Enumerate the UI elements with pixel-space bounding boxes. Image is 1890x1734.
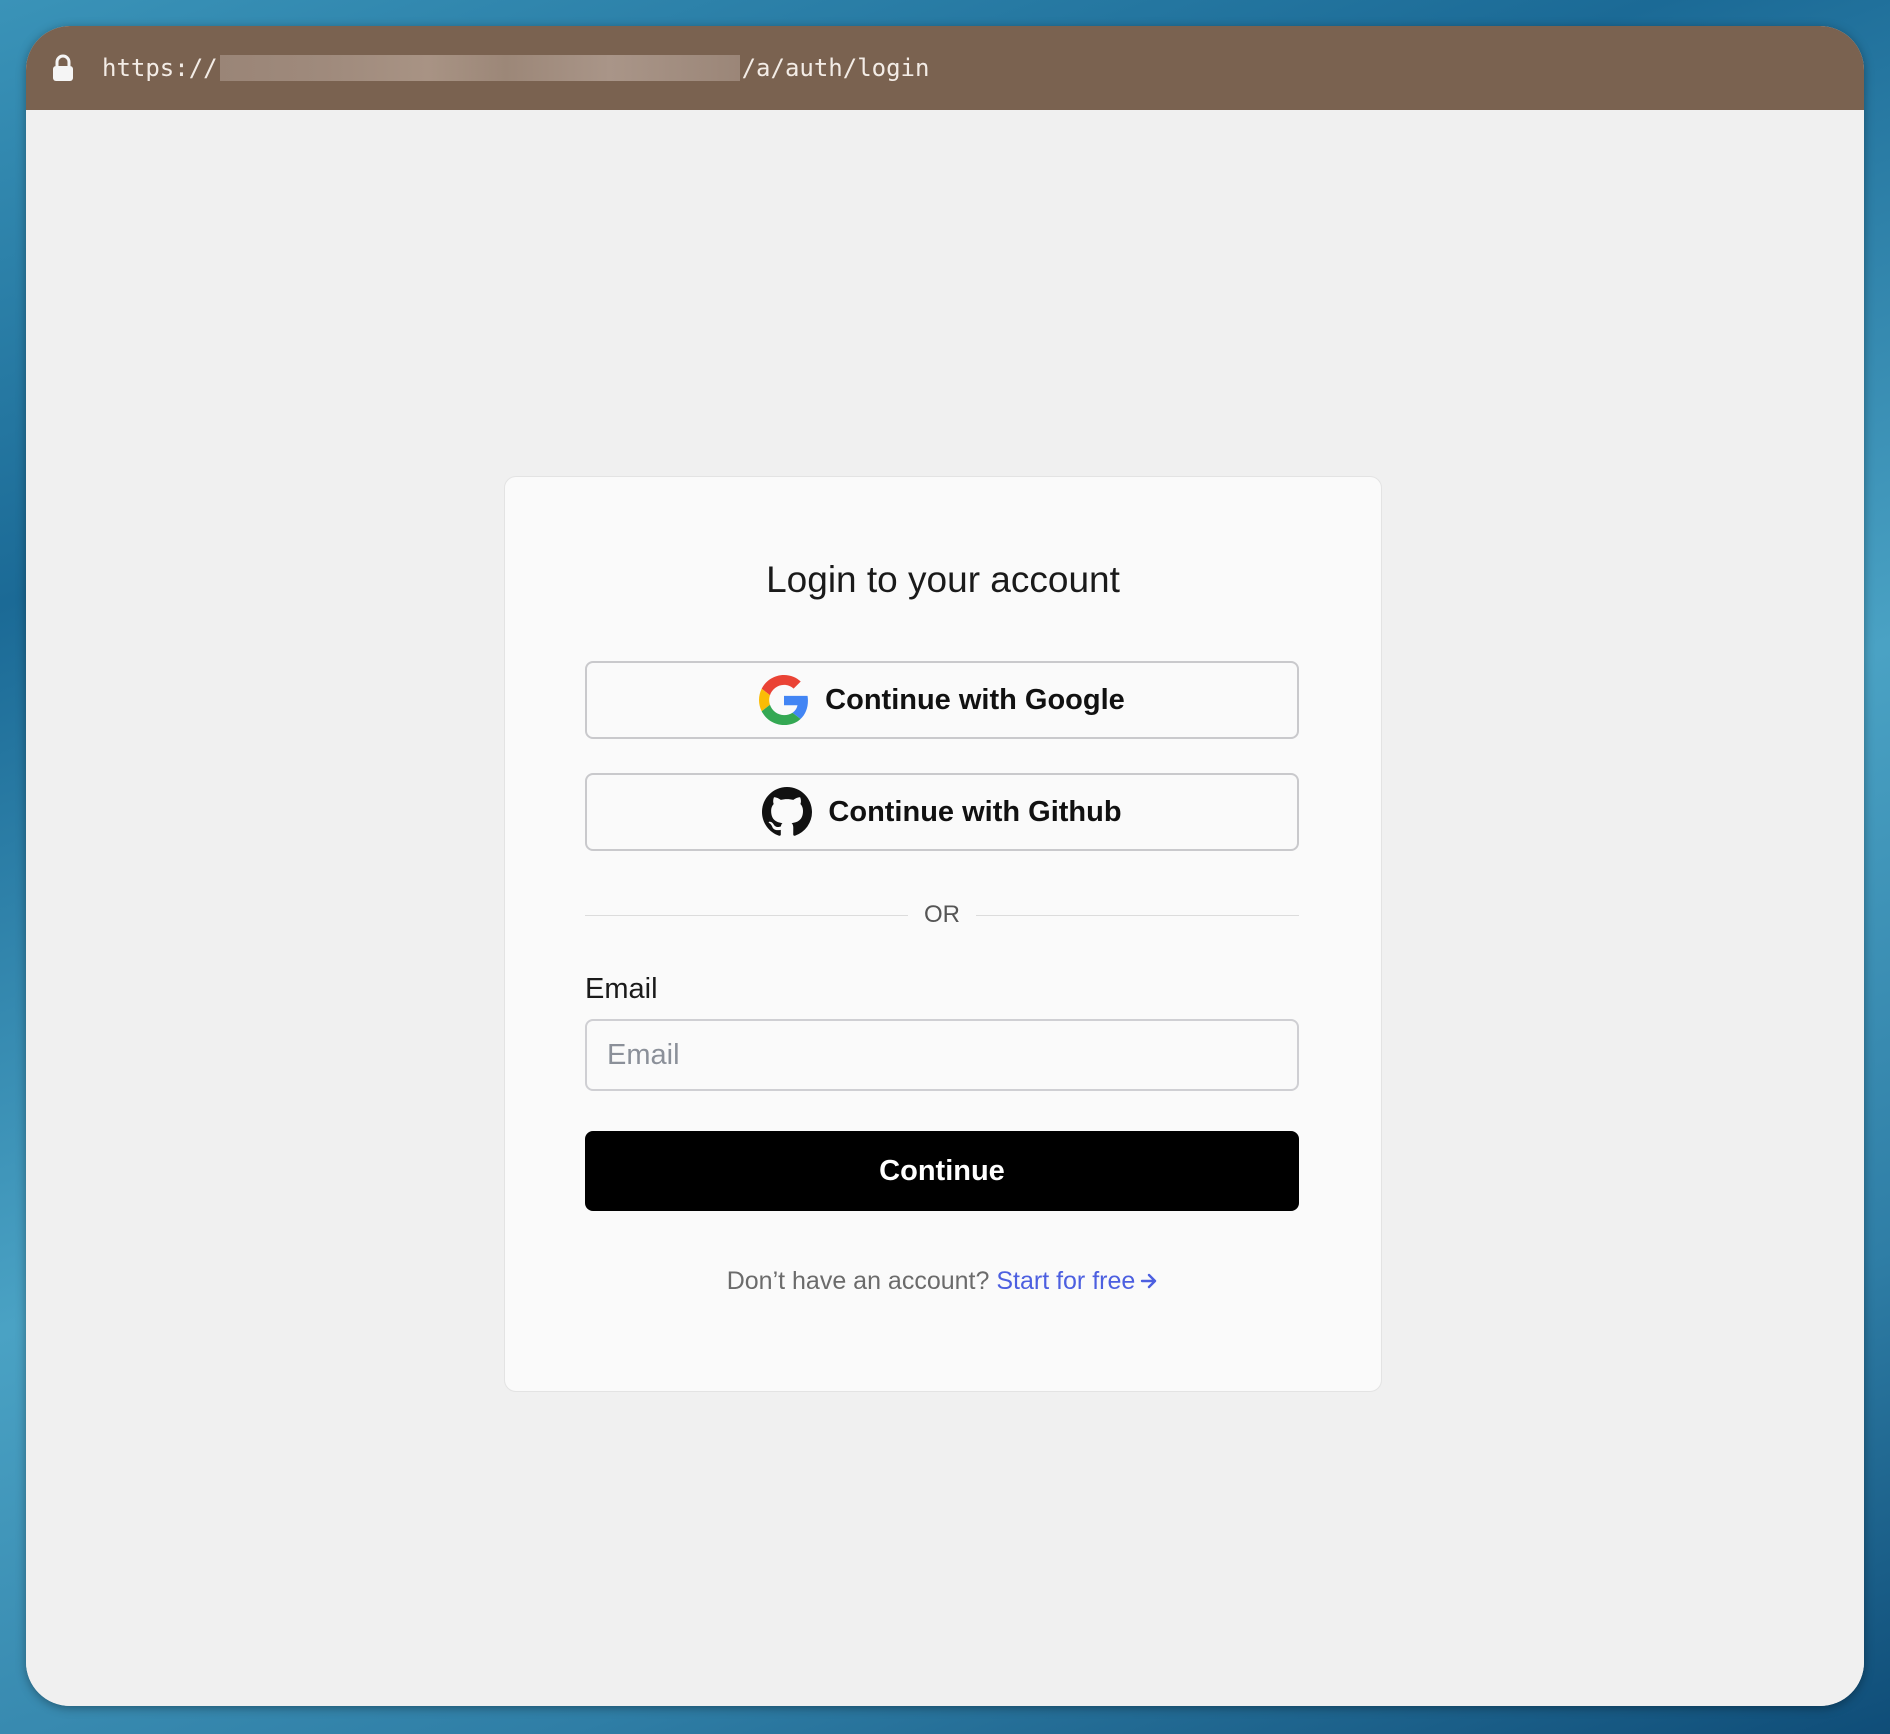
browser-window: https:// /a/auth/login Login to your acco…	[26, 26, 1864, 1706]
email-label: Email	[585, 973, 658, 1005]
url-redacted-segment	[219, 55, 740, 81]
google-icon	[759, 675, 809, 725]
divider-line-left	[585, 914, 908, 916]
url-prefix: https://	[102, 54, 218, 82]
login-card: Login to your account Continue with Goog…	[504, 476, 1382, 1392]
url-suffix: /a/auth/login	[741, 54, 930, 82]
start-for-free-label: Start for free	[996, 1267, 1136, 1295]
page-content: Login to your account Continue with Goog…	[26, 110, 1864, 1706]
signup-prompt-text: Don’t have an account?	[726, 1267, 990, 1295]
email-field[interactable]	[585, 1019, 1299, 1091]
page-title: Login to your account	[766, 559, 1120, 600]
divider-or-text: OR	[924, 901, 960, 928]
github-button-label: Continue with Github	[828, 795, 1122, 828]
or-divider: OR	[585, 897, 1299, 933]
divider-line-right	[976, 914, 1299, 916]
continue-button[interactable]: Continue	[585, 1131, 1299, 1211]
arrow-right-icon	[1141, 1273, 1157, 1289]
google-button-label: Continue with Google	[825, 683, 1125, 716]
continue-with-google-button[interactable]: Continue with Google	[585, 661, 1299, 739]
lock-icon	[53, 54, 73, 81]
github-icon	[762, 787, 813, 836]
url-text[interactable]: https:// /a/auth/login	[102, 26, 929, 110]
start-for-free-link[interactable]: Start for free	[996, 1267, 1159, 1295]
url-bar[interactable]: https:// /a/auth/login	[26, 26, 1864, 110]
continue-with-github-button[interactable]: Continue with Github	[585, 773, 1299, 851]
signup-prompt: Don’t have an account? Start for free	[505, 1267, 1381, 1296]
